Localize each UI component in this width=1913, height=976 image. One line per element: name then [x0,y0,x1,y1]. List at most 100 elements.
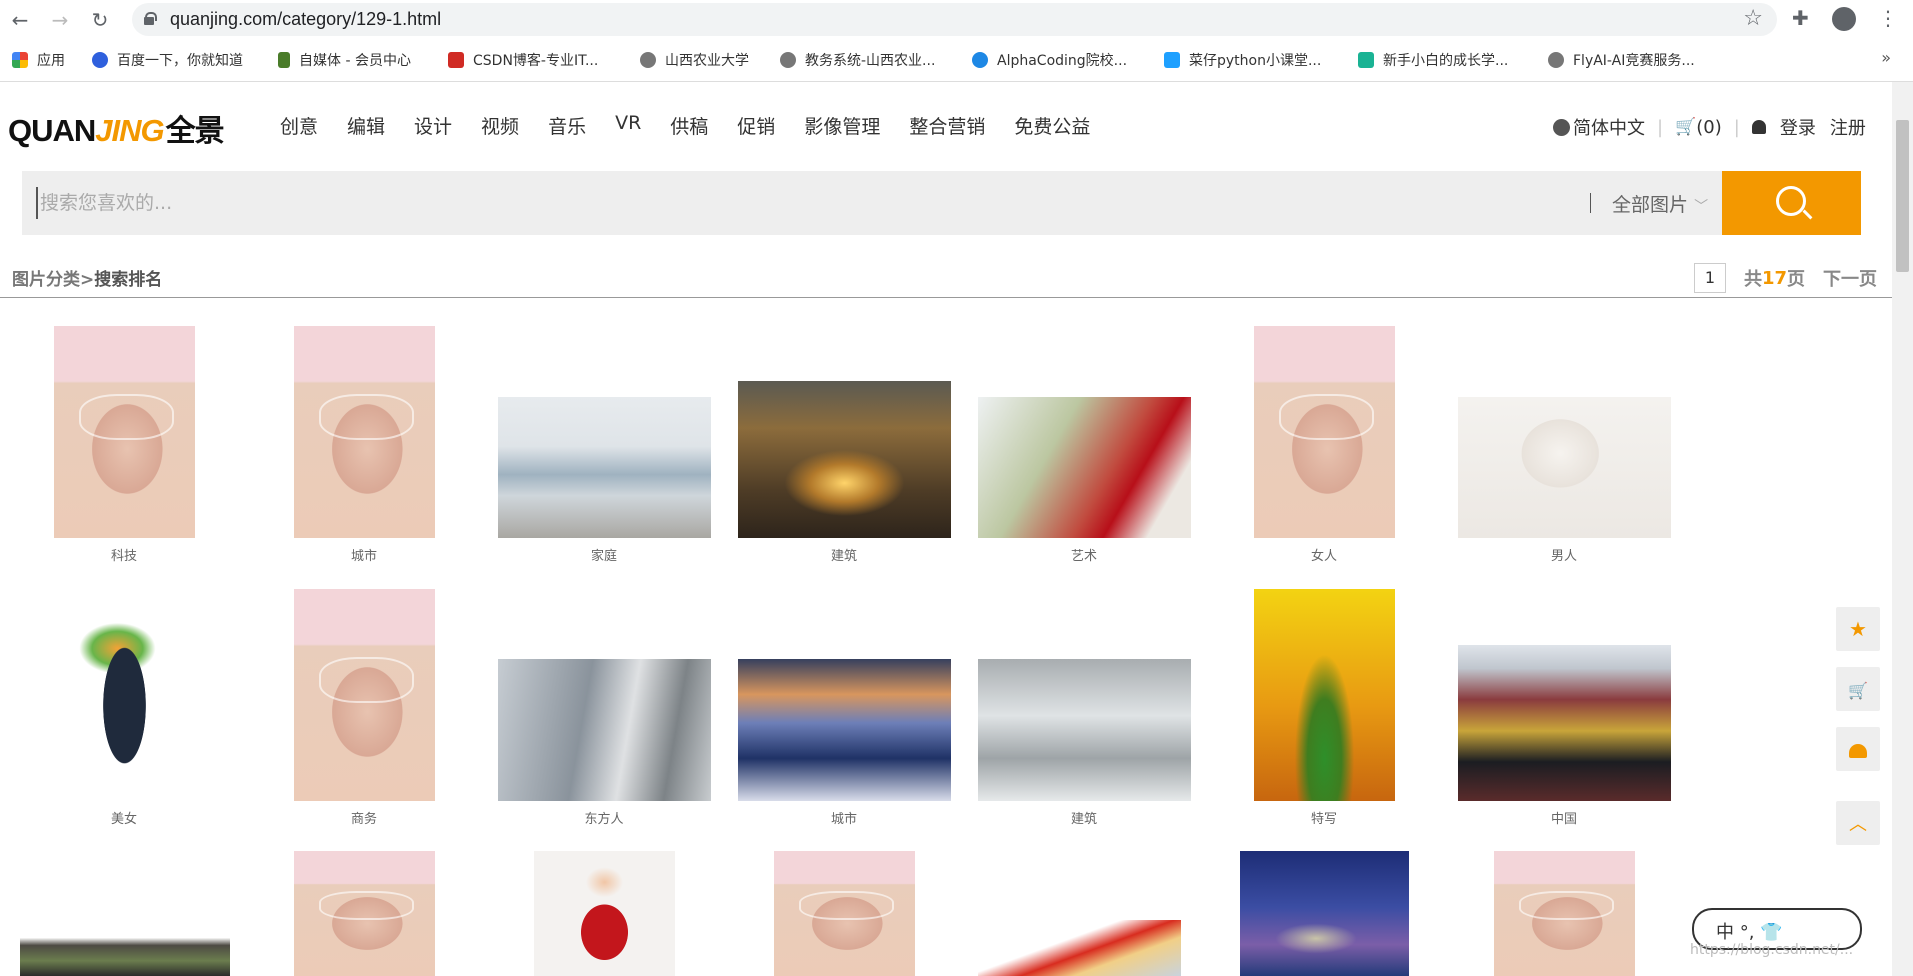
image-caption[interactable]: 特写 [1254,808,1394,827]
image-thumbnail[interactable] [978,397,1191,538]
bookmark-flyai[interactable]: FlyAI-AI竞赛服务... [1548,49,1695,71]
image-thumbnail[interactable] [978,659,1191,801]
bookmark-jiaowu[interactable]: 教务系统-山西农业... [780,49,935,71]
baidu-icon [92,52,108,68]
scrollbar-thumb[interactable] [1896,120,1909,272]
image-thumbnail[interactable] [1458,397,1671,538]
nav-item-cuxiao[interactable]: 促销 [737,112,775,139]
globe-icon [780,52,796,68]
cart-button[interactable]: 🛒 [1836,667,1880,711]
zimeiti-icon [278,52,290,68]
arrow-up-icon: ︿ [1849,814,1867,835]
page-total-prefix: 共 [1743,269,1762,290]
breadcrumb-root[interactable]: 图片分类 [12,270,80,290]
image-thumbnail[interactable] [738,659,951,801]
image-thumbnail[interactable] [498,397,711,538]
image-thumbnail[interactable] [978,920,1181,976]
bookmark-apps[interactable]: 应用 [12,49,65,71]
image-caption[interactable]: 男人 [1494,545,1634,564]
logo-text: QUAN [8,113,96,148]
image-caption[interactable]: 商务 [294,808,434,827]
image-caption[interactable]: 艺术 [1014,545,1154,564]
image-caption[interactable]: 东方人 [534,808,674,827]
login-link[interactable]: 登录 [1780,114,1816,140]
pager: 1 共 17 页 下一页 [1693,263,1877,293]
divider [0,297,1892,298]
nav-item-sheji[interactable]: 设计 [414,112,452,139]
image-thumbnail[interactable] [498,659,711,801]
image-thumbnail[interactable] [1254,326,1395,538]
bookmark-zimeiti[interactable]: 自媒体 - 会员中心 [278,49,411,71]
bookmark-python[interactable]: 菜仔python小课堂... [1164,49,1321,71]
bookmark-csdn[interactable]: CSDN博客-专业IT... [448,49,598,71]
image-caption[interactable]: 女人 [1254,545,1394,564]
register-link[interactable]: 注册 [1830,114,1866,140]
bookmark-xinshou[interactable]: 新手小白的成长学... [1358,49,1508,71]
image-caption[interactable]: 城市 [774,808,914,827]
more-bookmarks-icon[interactable]: » [1881,48,1891,67]
bookmark-baidu[interactable]: 百度一下，你就知道 [92,49,243,71]
nav-item-yingxiao[interactable]: 整合营销 [909,112,985,139]
profile-icon[interactable] [1832,7,1856,31]
next-page-link[interactable]: 下一页 [1823,265,1877,291]
image-thumbnail[interactable] [294,326,435,538]
header-actions: 简体中文 | 🛒 (0) | 登录 注册 [1553,114,1866,140]
nav-item-chuangyi[interactable]: 创意 [280,112,318,139]
search-button[interactable] [1722,171,1861,235]
page-total-suffix: 页 [1787,269,1805,290]
image-caption[interactable]: 美女 [54,808,194,827]
menu-icon[interactable]: ⋮ [1878,6,1898,30]
cart-count[interactable]: (0) [1696,117,1722,138]
site-logo[interactable]: QUANJING全景 [8,106,225,150]
breadcrumb-current: 搜索排名 [94,270,163,290]
back-icon[interactable]: ← [6,6,34,34]
image-thumbnail[interactable] [1254,589,1395,801]
image-caption[interactable]: 中国 [1494,808,1634,827]
nav-item-yinyue[interactable]: 音乐 [548,112,586,139]
image-thumbnail[interactable] [1494,851,1635,976]
language-switch[interactable]: 简体中文 [1573,114,1645,140]
cart-icon[interactable]: 🛒 [1675,117,1696,137]
breadcrumb: 图片分类>搜索排名 [12,265,162,290]
reload-icon[interactable]: ↻ [86,6,114,34]
search-category-label: 全部图片 [1612,194,1689,216]
bookmark-star-icon[interactable]: ☆ [1743,6,1763,31]
image-thumbnail[interactable] [20,925,230,976]
bookmark-label: 百度一下，你就知道 [117,53,243,69]
address-bar[interactable]: quanjing.com/category/129-1.html ☆ [132,3,1777,36]
bookmark-sxau[interactable]: 山西农业大学 [640,49,749,71]
nav-item-gongyi[interactable]: 免费公益 [1014,112,1090,139]
image-caption[interactable]: 家庭 [534,545,674,564]
image-thumbnail[interactable] [738,381,951,538]
nav-item-gonggao[interactable]: 供稿 [670,112,708,139]
image-thumbnail[interactable] [54,326,195,538]
image-thumbnail[interactable] [534,851,675,976]
nav-item-yingxiang[interactable]: 影像管理 [804,112,880,139]
image-thumbnail[interactable] [54,589,195,801]
image-thumbnail[interactable] [774,851,915,976]
image-caption[interactable]: 建筑 [1014,808,1154,827]
search-category-select[interactable]: 全部图片 ﹀ [1612,190,1708,217]
back-to-top-button[interactable]: ︿ [1836,801,1880,845]
image-caption[interactable]: 城市 [294,545,434,564]
service-button[interactable] [1836,727,1880,771]
nav-item-vr[interactable]: VR [615,112,641,139]
nav-item-bianji[interactable]: 编辑 [347,112,385,139]
image-thumbnail[interactable] [294,851,435,976]
image-thumbnail[interactable] [1458,645,1671,801]
nav-item-shipin[interactable]: 视频 [481,112,519,139]
extensions-icon[interactable]: ✚ [1792,6,1809,30]
search-input[interactable] [36,187,1336,219]
image-thumbnail[interactable] [294,589,435,801]
favorite-button[interactable]: ★ [1836,607,1880,651]
page-number-input[interactable]: 1 [1693,263,1726,293]
bookmark-label: CSDN博客-专业IT... [473,53,599,69]
image-caption[interactable]: 建筑 [774,545,914,564]
image-thumbnail[interactable] [1240,851,1409,976]
user-icon [1751,120,1766,134]
image-caption[interactable]: 科技 [54,545,194,564]
forward-icon[interactable]: → [46,6,74,34]
bookmark-alphacoding[interactable]: AlphaCoding院校... [972,49,1127,71]
bookmark-label: 菜仔python小课堂... [1189,53,1322,69]
divider: | [1657,116,1664,138]
